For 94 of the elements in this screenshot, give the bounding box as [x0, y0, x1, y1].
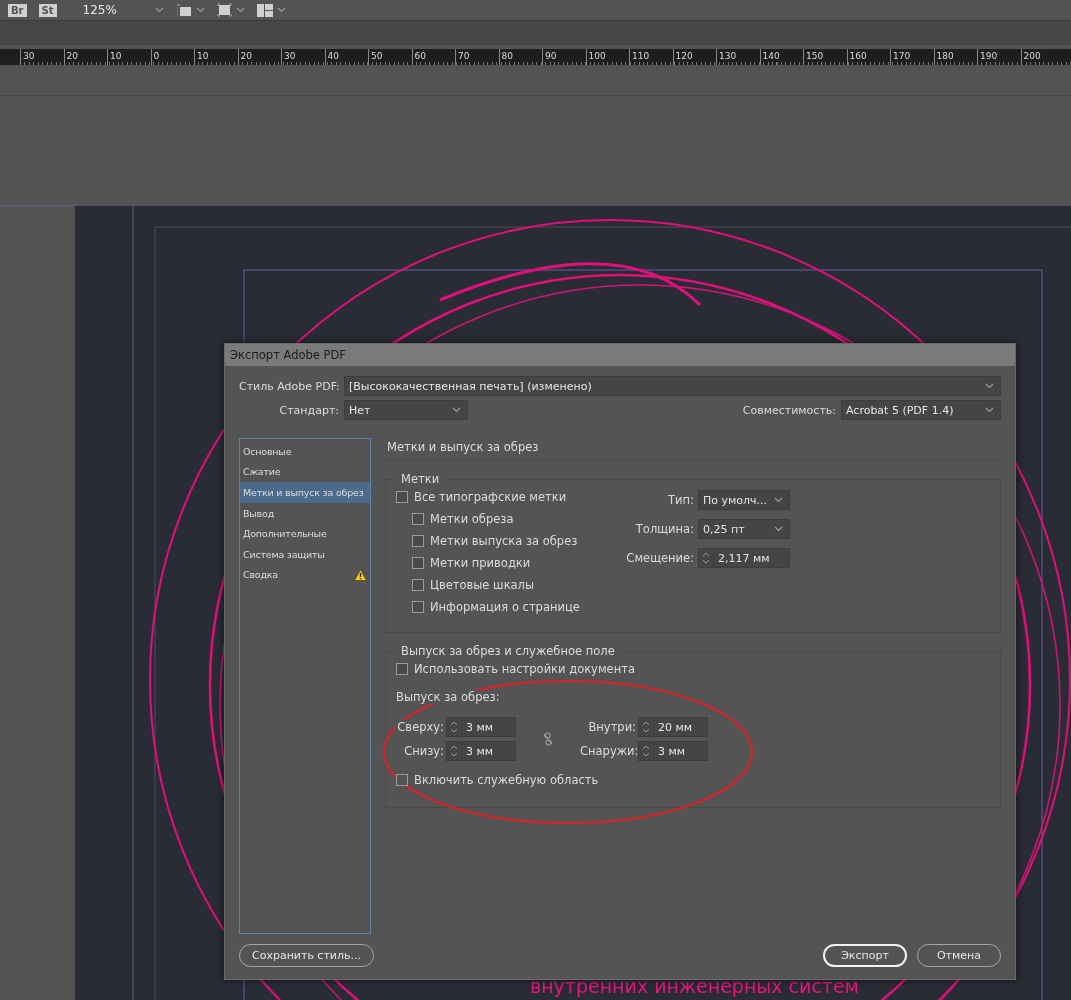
spinner-arrows-icon	[642, 720, 650, 734]
checkbox[interactable]	[412, 557, 424, 569]
chevron-down-icon	[774, 497, 783, 503]
screen-mode-icon[interactable]	[175, 3, 192, 17]
layout-icon[interactable]	[256, 3, 273, 17]
spinner-arrows-icon	[642, 744, 650, 758]
ruler-label: 50	[370, 51, 383, 61]
ruler-label: 30	[283, 51, 296, 61]
ruler-label: 20	[239, 51, 252, 61]
section-item[interactable]: Система защиты	[240, 543, 370, 565]
number-field[interactable]: 3 мм	[638, 741, 708, 761]
section-label: Выпуск за обрез:	[396, 690, 500, 704]
ruler-label: 40	[326, 51, 339, 61]
section-item[interactable]: Дополнительные	[240, 523, 370, 544]
ruler-label: 190	[979, 51, 998, 61]
checkbox[interactable]	[396, 663, 408, 675]
number-field[interactable]: 2,117 мм	[698, 548, 790, 568]
group-title: Выпуск за обрез и служебное поле	[396, 644, 620, 658]
spinner-arrows-icon	[450, 744, 458, 758]
checkbox-label: Цветовые шкалы	[430, 578, 535, 592]
checkbox-label: Метки выпуска за обрез	[430, 534, 578, 548]
chevron-down-icon	[985, 407, 994, 413]
checkbox[interactable]	[412, 601, 424, 613]
chevron-down-icon	[276, 7, 286, 13]
checkbox[interactable]	[412, 513, 424, 525]
number-field[interactable]: 3 мм	[446, 741, 516, 761]
app-badge[interactable]: St	[38, 3, 57, 17]
field-label: Смещение:	[626, 551, 694, 565]
checkbox[interactable]	[396, 491, 408, 503]
chevron-down-icon	[985, 383, 994, 389]
panel-title: Метки и выпуск за обрез	[385, 438, 1001, 461]
field-label: Стандарт:	[278, 403, 339, 417]
ruler-label: 60	[413, 51, 426, 61]
ruler-label: 10	[109, 51, 122, 61]
section-item[interactable]: Сводка	[240, 564, 370, 586]
zoom-level[interactable]: 125%	[82, 3, 143, 17]
checkbox-label: Все типографские метки	[414, 490, 567, 504]
type-dropdown[interactable]: По умолч...	[698, 490, 790, 510]
section-item[interactable]: Метки и выпуск за обрез	[240, 482, 370, 503]
ruler-label: 110	[631, 51, 650, 61]
ruler-label: 180	[935, 51, 954, 61]
section-item[interactable]: Основные	[240, 441, 370, 462]
spinner-arrows-icon	[702, 551, 710, 565]
dialog-title: Экспорт Adobe PDF	[225, 344, 1015, 366]
ruler-label: 160	[848, 51, 867, 61]
number-field[interactable]: 3 мм	[446, 717, 516, 737]
field-label: Стиль Adobe PDF:	[239, 379, 339, 393]
app-badge[interactable]: Br	[8, 3, 27, 17]
ruler-label: 90	[544, 51, 557, 61]
ruler-label: 100	[587, 51, 606, 61]
field-label: Снаружи:	[580, 744, 636, 758]
field-label: Тип:	[667, 493, 694, 507]
ruler-label: 200	[1022, 51, 1041, 61]
cancel-button[interactable]: Отмена	[917, 944, 1001, 967]
ruler-label: 130	[718, 51, 737, 61]
ruler-label: 150	[805, 51, 824, 61]
group-title: Метки	[396, 472, 445, 486]
checkbox[interactable]	[396, 774, 408, 786]
standard-dropdown[interactable]: Нет	[344, 400, 468, 420]
chevron-down-icon	[195, 7, 205, 13]
export-button[interactable]: Экспорт	[823, 944, 907, 967]
chevron-down-icon	[452, 407, 461, 413]
checkbox-label: Информация о странице	[430, 600, 580, 614]
frame-icon[interactable]	[216, 3, 232, 17]
checkbox-label: Использовать настройки документа	[414, 662, 635, 676]
ruler-label: 30	[22, 51, 35, 61]
checkbox-label: Метки приводки	[430, 556, 531, 570]
checkbox-label: Включить служебную область	[414, 773, 599, 787]
ruler-label: 70	[457, 51, 470, 61]
broken-chain-icon[interactable]	[543, 732, 553, 746]
field-label: Толщина:	[634, 522, 694, 536]
checkbox[interactable]	[412, 535, 424, 547]
weight-dropdown[interactable]: 0,25 пт	[698, 519, 790, 539]
ruler-label: 120	[674, 51, 693, 61]
compatibility-dropdown[interactable]: Acrobat 5 (PDF 1.4)	[841, 400, 1001, 420]
chevron-down-icon	[774, 526, 783, 532]
spinner-arrows-icon	[450, 720, 458, 734]
ruler-label: 10	[196, 51, 209, 61]
style-dropdown[interactable]: [Высококачественная печать] (изменено)	[344, 376, 1001, 396]
ruler-label: 170	[892, 51, 911, 61]
field-label: Совместимость:	[742, 403, 836, 417]
ruler-label: 80	[500, 51, 513, 61]
field-label: Сверху:	[396, 720, 444, 734]
chevron-down-icon	[235, 7, 245, 13]
checkbox-label: Метки обреза	[430, 512, 514, 526]
chevron-down-icon	[154, 7, 164, 13]
section-item[interactable]: Сжатие	[240, 461, 370, 483]
checkbox[interactable]	[412, 579, 424, 591]
section-item[interactable]: Вывод	[240, 502, 370, 524]
ruler-label: 0	[152, 51, 160, 61]
ruler-label: 20	[65, 51, 78, 61]
canvas-text: внутренних инженерных систем	[530, 975, 859, 997]
number-field[interactable]: 20 мм	[638, 717, 708, 737]
ruler-label: 140	[761, 51, 780, 61]
